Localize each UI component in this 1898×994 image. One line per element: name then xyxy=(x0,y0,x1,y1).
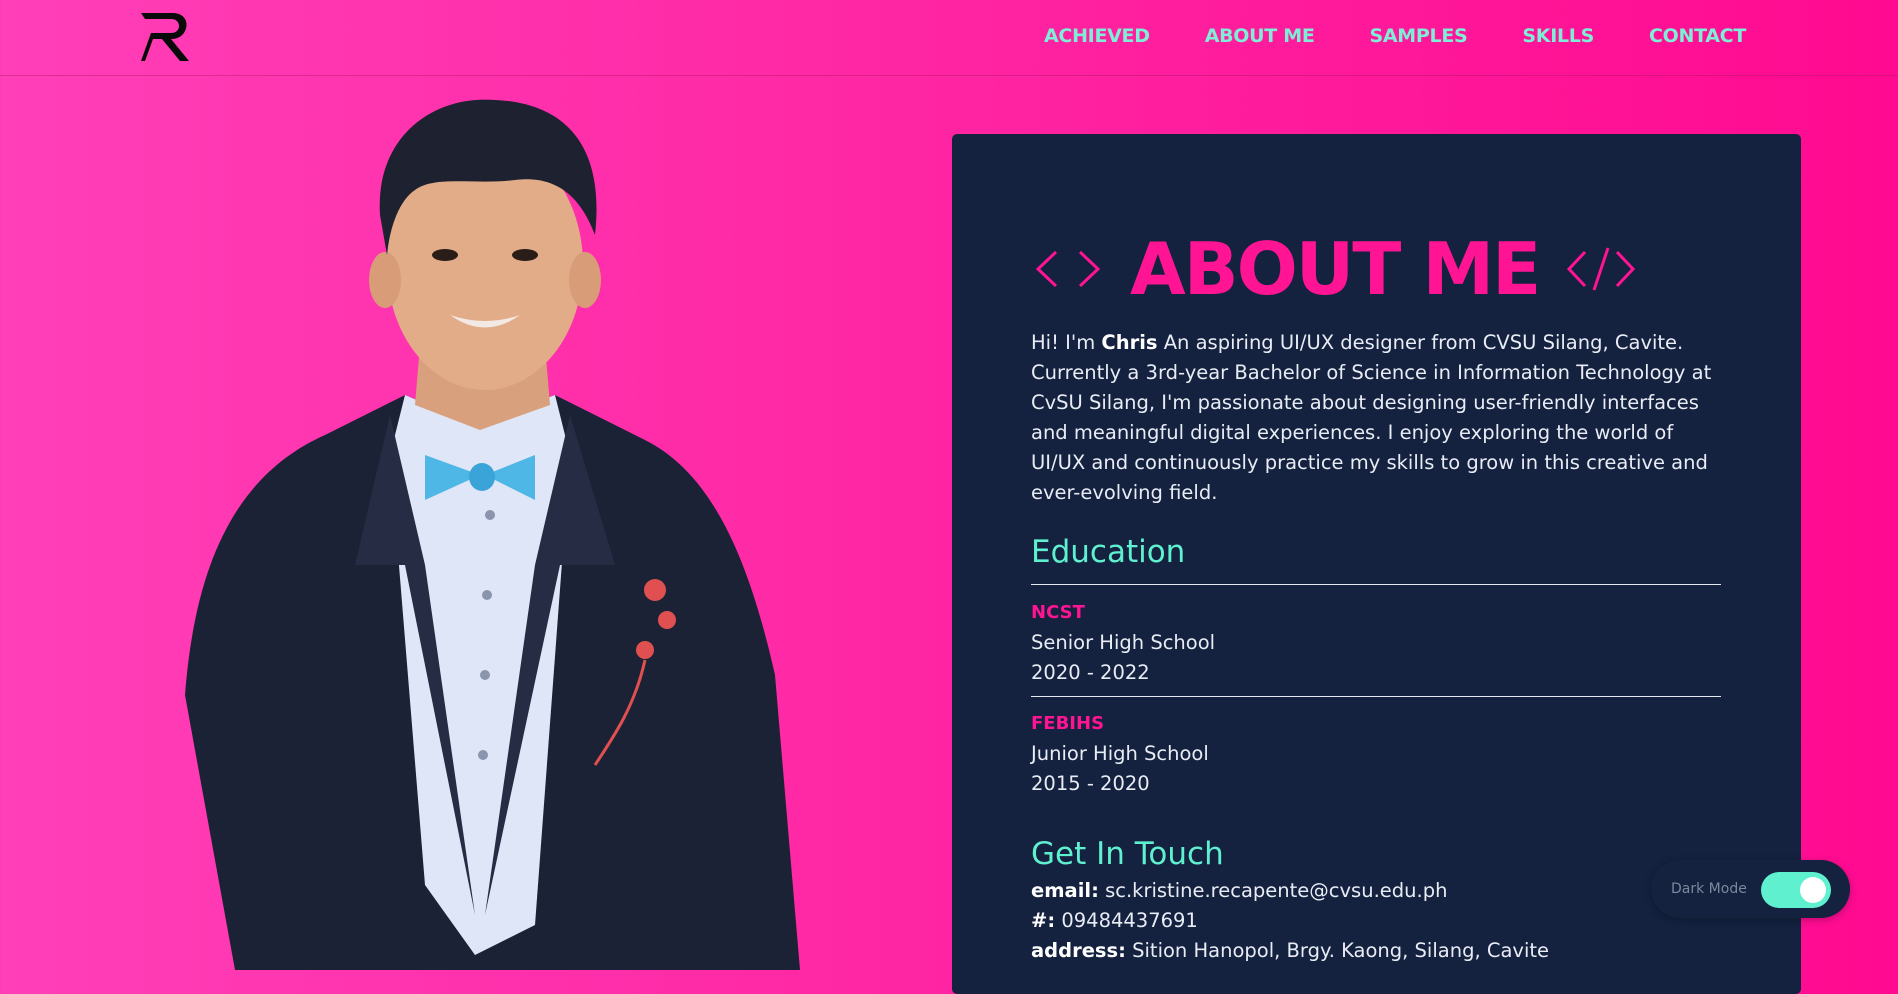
nav-about-me[interactable]: ABOUT ME xyxy=(1205,25,1315,47)
contact-email: email: sc.kristine.recapente@cvsu.edu.ph xyxy=(1031,876,1549,906)
phone-value[interactable]: 09484437691 xyxy=(1061,909,1197,932)
dark-mode-switch[interactable] xyxy=(1761,872,1831,908)
intro-name: Chris xyxy=(1101,331,1158,354)
school-years: 2020 - 2022 xyxy=(1031,661,1150,684)
education-title: Education xyxy=(1031,534,1186,570)
contact-address: address: Sition Hanopol, Brgy. Kaong, Si… xyxy=(1031,936,1549,966)
address-label: address: xyxy=(1031,939,1126,962)
about-heading: ABOUT ME xyxy=(1032,224,1637,314)
nav-contact[interactable]: CONTACT xyxy=(1649,25,1746,47)
contact-details: email: sc.kristine.recapente@cvsu.edu.ph… xyxy=(1031,876,1549,966)
email-label: email: xyxy=(1031,879,1099,902)
nav-samples[interactable]: SAMPLES xyxy=(1370,25,1468,47)
angle-brackets-icon xyxy=(1035,250,1101,288)
contact-title: Get In Touch xyxy=(1031,836,1224,872)
closing-tag-icon xyxy=(1567,247,1636,291)
school-level: Junior High School xyxy=(1031,742,1209,765)
profile-photo xyxy=(185,99,800,970)
about-title: ABOUT ME xyxy=(1130,227,1541,311)
intro-prefix: Hi! I'm xyxy=(1031,331,1102,354)
contact-phone: #: 09484437691 xyxy=(1031,906,1549,936)
divider xyxy=(1031,696,1721,697)
address-value: Sition Hanopol, Brgy. Kaong, Silang, Cav… xyxy=(1132,939,1550,962)
switch-knob[interactable] xyxy=(1800,877,1826,903)
nav-achieved[interactable]: ACHIEVED xyxy=(1044,25,1150,47)
education-item: FEBIHS Junior High School 2015 - 2020 xyxy=(1031,709,1209,799)
dark-mode-label: Dark Mode xyxy=(1671,881,1747,897)
school-name: FEBIHS xyxy=(1031,713,1105,734)
school-years: 2015 - 2020 xyxy=(1031,772,1150,795)
school-level: Senior High School xyxy=(1031,631,1216,654)
nav-skills[interactable]: SKILLS xyxy=(1522,25,1594,47)
intro-text: An aspiring UI/UX designer from CVSU Sil… xyxy=(1031,331,1712,504)
divider xyxy=(1031,584,1721,585)
email-value[interactable]: sc.kristine.recapente@cvsu.edu.ph xyxy=(1105,879,1447,902)
education-item: NCST Senior High School 2020 - 2022 xyxy=(1031,598,1215,688)
top-navbar: ACHIEVED ABOUT ME SAMPLES SKILLS CONTACT xyxy=(0,0,1898,76)
r-logo-icon[interactable] xyxy=(139,9,191,65)
intro-paragraph: Hi! I'm Chris An aspiring UI/UX designer… xyxy=(1031,328,1731,508)
school-name: NCST xyxy=(1031,602,1085,623)
dark-mode-toggle[interactable]: Dark Mode xyxy=(1651,860,1850,918)
phone-label: #: xyxy=(1031,909,1056,932)
main-nav: ACHIEVED ABOUT ME SAMPLES SKILLS CONTACT xyxy=(1044,25,1746,47)
